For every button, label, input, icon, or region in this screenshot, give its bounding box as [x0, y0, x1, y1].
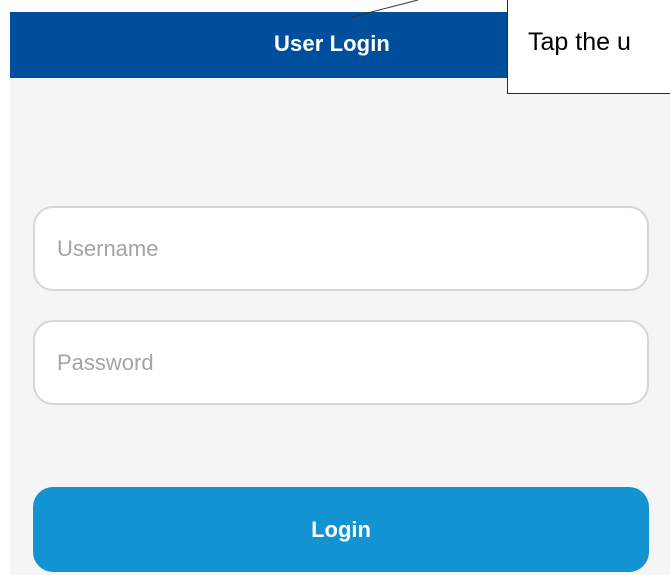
screenshot-frame: User Login Login Tap the u	[0, 0, 670, 575]
callout-pointer	[351, 0, 419, 18]
annotation-text: Tap the u	[528, 28, 631, 56]
annotation-callout: Tap the u	[507, 0, 670, 94]
